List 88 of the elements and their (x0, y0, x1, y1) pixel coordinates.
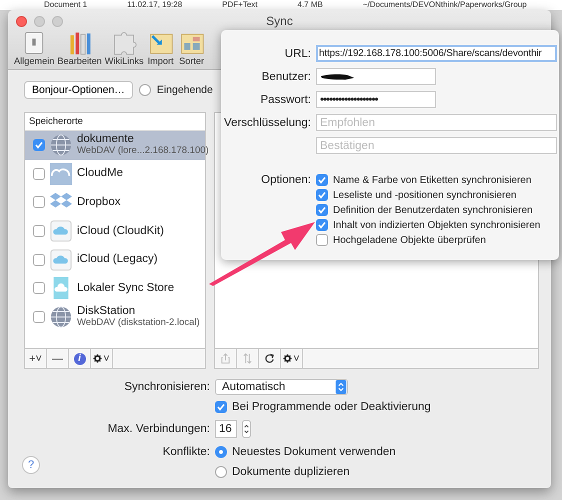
user-label: Benutzer: (260, 70, 311, 82)
document-name: Document 1 (44, 0, 88, 10)
option-label: Definition der Benutzerdaten synchronisieren (333, 204, 533, 216)
share-icon (220, 353, 231, 364)
remove-button[interactable]: — (47, 349, 69, 368)
checkbox[interactable] (316, 234, 328, 246)
checkbox[interactable] (316, 219, 328, 231)
option-label: Hochgeladene Objekte überprüfen (333, 234, 486, 246)
password-field[interactable]: ••••••••••••••••••• (316, 91, 436, 108)
checkbox[interactable] (215, 400, 227, 412)
reload-icon (264, 353, 275, 364)
toolbar-tab[interactable]: WikiLinks (104, 30, 145, 66)
confirm-field[interactable]: Bestätigen (316, 137, 557, 154)
gear-menu-button[interactable]: ˅ (281, 349, 303, 368)
gear-menu-button[interactable]: ˅ (91, 349, 113, 368)
checkbox[interactable] (316, 189, 328, 201)
location-item[interactable]: iCloud (Legacy) (25, 245, 205, 274)
cloud-icon (50, 248, 72, 271)
max-connections-label: Max. Verbindungen: (106, 423, 210, 435)
checkbox[interactable] (33, 196, 45, 208)
location-subtitle: WebDAV (diskstation-2.local) (77, 316, 200, 328)
encryption-field[interactable]: Empfohlen (316, 114, 557, 131)
location-name: iCloud (Legacy) (77, 254, 158, 266)
location-item[interactable]: DiskStation WebDAV (diskstation-2.local) (25, 302, 205, 332)
gear-icon (283, 354, 292, 363)
checkbox[interactable] (33, 310, 45, 323)
bonjour-options-button[interactable]: Bonjour-Optionen… (24, 81, 133, 99)
sync-dropdown[interactable]: Automatisch (215, 378, 348, 394)
url-field[interactable]: https://192.168.178.100:5006/Share/scans/devonthir (316, 45, 557, 62)
add-button[interactable]: +˅ (25, 349, 47, 368)
radio-button[interactable] (138, 84, 151, 96)
redaction-mark (320, 72, 356, 80)
user-field[interactable] (316, 68, 436, 85)
option-label: Inhalt von indizierten Objekten synchronisieren (333, 220, 540, 230)
window-title: Sync (266, 14, 293, 28)
location-name: CloudMe (77, 168, 124, 180)
gear-icon (93, 354, 102, 363)
close-button[interactable] (16, 16, 27, 26)
location-name: Dropbox (77, 196, 120, 208)
globe-icon (50, 306, 72, 328)
location-item[interactable]: Dropbox (25, 188, 205, 217)
encryption-label: Verschlüsselung: (223, 116, 311, 128)
location-item[interactable]: Lokaler Sync Store (25, 274, 205, 303)
zoom-button[interactable] (52, 16, 63, 26)
checkbox[interactable] (316, 204, 328, 216)
sort-arrows-icon (242, 353, 253, 364)
location-name: iCloud (CloudKit) (77, 226, 164, 237)
cloud-icon (50, 162, 72, 185)
checkbox-label: Bei Programmende oder Deaktivierung (232, 400, 431, 412)
checkbox[interactable] (33, 168, 45, 180)
url-label: URL: (284, 48, 311, 60)
sync-label: Synchronisieren: (123, 380, 210, 392)
radio-label: Neuestes Dokument verwenden (232, 446, 396, 458)
location-name: Lokaler Sync Store (77, 282, 174, 294)
options-label: Optionen: (260, 174, 311, 186)
toolbar-tab[interactable]: Allgemein (13, 30, 56, 66)
checkbox[interactable] (33, 225, 45, 238)
incoming-label: Eingehende (156, 84, 213, 96)
toolbar-tab[interactable]: Import (146, 30, 176, 66)
stepper[interactable] (242, 420, 251, 438)
checkbox[interactable] (316, 174, 328, 186)
globe-icon (50, 134, 72, 156)
minimize-button[interactable] (34, 16, 45, 26)
password-label: Passwort: (260, 94, 311, 106)
toolbar-tab[interactable]: Bearbeiten (56, 30, 103, 66)
checkbox[interactable] (33, 282, 45, 294)
document-date: 11.02.17, 19:28 (127, 0, 182, 10)
radio-label: Dokumente duplizieren (232, 466, 350, 478)
option-label: Name & Farbe von Etiketten synchronisieren (333, 174, 532, 186)
radio-button[interactable] (215, 466, 227, 478)
location-name: dokumente (77, 134, 135, 146)
conflicts-label: Konflikte: (162, 446, 210, 458)
radio-button[interactable] (215, 446, 227, 458)
location-name: DiskStation (77, 306, 136, 317)
location-item[interactable]: iCloud (CloudKit) (25, 216, 205, 246)
stepper-arrows-icon (335, 380, 347, 394)
document-kind: PDF+Text (222, 0, 258, 10)
checkbox[interactable] (33, 254, 45, 266)
cloud-icon (50, 220, 72, 242)
toolbar-tab[interactable]: Sorter (176, 30, 207, 66)
document-path: ~/Documents/DEVONthink/Paperworks/Group (362, 0, 527, 10)
location-item[interactable]: CloudMe (25, 160, 205, 188)
checkbox[interactable] (33, 139, 45, 152)
help-button[interactable]: ? (22, 456, 40, 474)
number-field[interactable]: 16 (215, 420, 237, 438)
option-label: Leseliste und -positionen synchronisieren (333, 190, 516, 200)
info-button[interactable]: i (69, 349, 91, 368)
document-size: 4.7 MB (298, 0, 323, 10)
